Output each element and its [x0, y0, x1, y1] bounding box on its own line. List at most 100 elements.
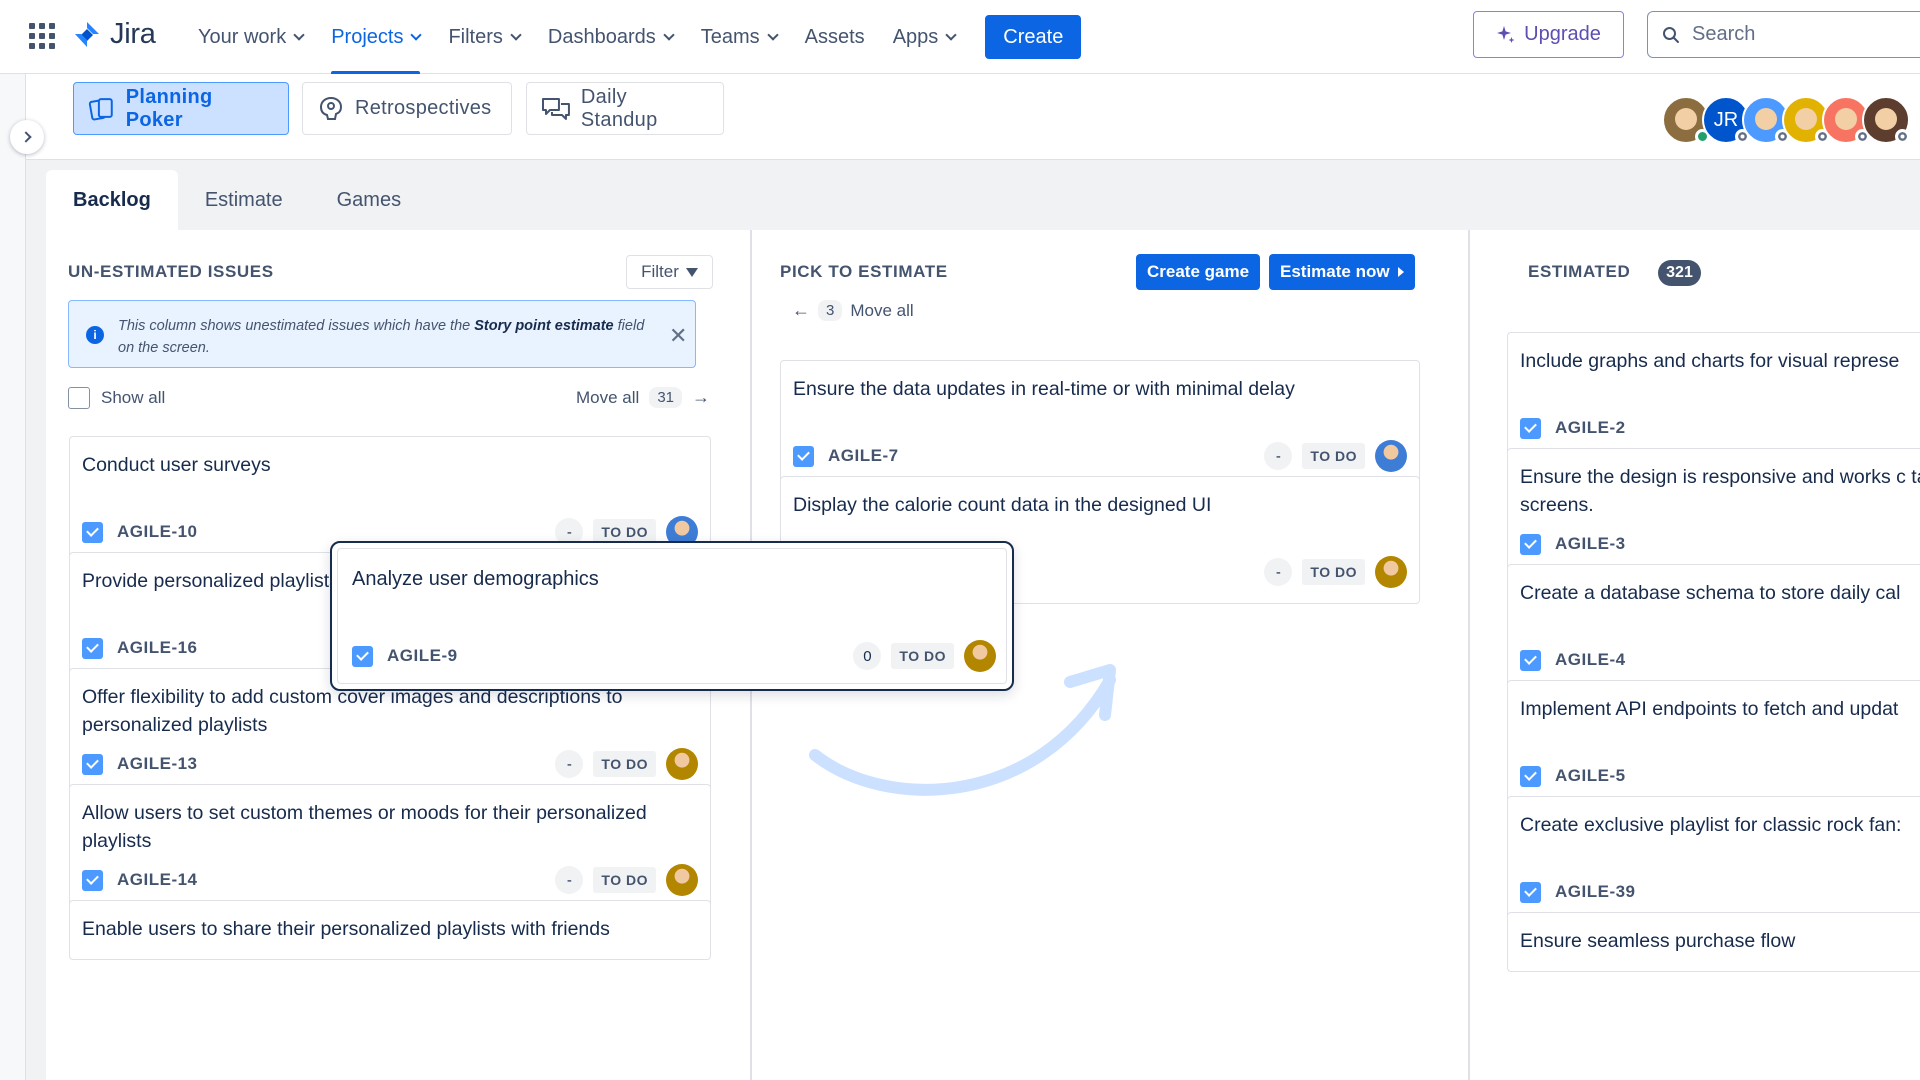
move-all-back-button[interactable]: ← 3 Move all	[792, 300, 914, 321]
issue-key[interactable]: AGILE-5	[1555, 766, 1626, 786]
tab-games[interactable]: Games	[310, 170, 428, 230]
move-all-label: Move all	[576, 387, 640, 407]
assignee-avatar[interactable]	[666, 748, 698, 780]
app-switcher-icon[interactable]	[28, 22, 55, 49]
avatar-face-icon	[1835, 108, 1857, 130]
issue-card[interactable]: Allow users to set custom themes or mood…	[69, 784, 711, 912]
issue-key[interactable]: AGILE-14	[117, 870, 198, 890]
funnel-icon	[685, 267, 698, 277]
chevron-down-icon	[945, 28, 957, 41]
column-title: UN-ESTIMATED ISSUES	[68, 262, 274, 281]
dragging-card[interactable]: Analyze user demographics AGILE-9 0 TO D…	[330, 541, 1014, 691]
nav-label: Dashboards	[547, 25, 656, 48]
nav-dashboards[interactable]: Dashboards	[547, 0, 675, 74]
tab-backlog[interactable]: Backlog	[46, 170, 178, 230]
issue-card[interactable]: Enable users to share their personalized…	[69, 900, 711, 960]
nav-projects[interactable]: Projects	[331, 0, 423, 74]
avatar-face-icon	[1875, 108, 1897, 130]
estimate-now-button[interactable]: Estimate now	[1269, 254, 1415, 290]
nav-label: Your work	[198, 25, 287, 48]
nav-your-work[interactable]: Your work	[198, 0, 305, 74]
move-all-label: Move all	[850, 300, 914, 320]
issue-key[interactable]: AGILE-16	[117, 638, 198, 658]
estimate-badge[interactable]: -	[555, 866, 584, 894]
issue-key[interactable]: AGILE-3	[1555, 534, 1626, 554]
chevron-right-icon	[19, 131, 32, 143]
issue-card[interactable]: Ensure seamless purchase flow	[1507, 912, 1920, 972]
status-lozenge[interactable]: TO DO	[1302, 559, 1365, 585]
issue-key[interactable]: AGILE-9	[387, 646, 458, 666]
upgrade-label: Upgrade	[1524, 23, 1601, 45]
issue-card[interactable]: Create a database schema to store daily …	[1507, 564, 1920, 692]
nav-filters[interactable]: Filters	[448, 0, 522, 74]
card-footer: AGILE-9 0 TO DO	[352, 639, 996, 673]
assignee-avatar[interactable]	[1375, 556, 1407, 588]
nav-teams[interactable]: Teams	[701, 0, 779, 74]
assignee-avatar[interactable]	[964, 640, 996, 672]
issue-card[interactable]: Ensure the design is responsive and work…	[1507, 448, 1920, 576]
chevron-down-icon	[766, 28, 779, 41]
create-game-button[interactable]: Create game	[1136, 254, 1261, 290]
status-lozenge[interactable]: TO DO	[891, 643, 954, 669]
card-title: Ensure the design is responsive and work…	[1520, 466, 1920, 516]
estimate-badge[interactable]: -	[555, 750, 584, 778]
expand-sidebar-button[interactable]	[10, 120, 44, 154]
issue-card[interactable]: Include graphs and charts for visual rep…	[1507, 332, 1920, 460]
issue-key[interactable]: AGILE-4	[1555, 650, 1626, 670]
assignee-avatar[interactable]	[1375, 440, 1407, 472]
head-bubble-icon	[319, 96, 343, 120]
avatar-initials: JR	[1713, 108, 1739, 131]
create-button[interactable]: Create	[985, 15, 1082, 59]
jira-logo-icon	[75, 21, 99, 47]
issue-key[interactable]: AGILE-13	[117, 754, 198, 774]
estimate-badge[interactable]: -	[1264, 558, 1293, 586]
jira-logo[interactable]: Jira	[72, 18, 156, 51]
cards-icon	[88, 97, 113, 120]
issue-key[interactable]: AGILE-2	[1555, 418, 1626, 438]
card-footer	[82, 911, 698, 945]
tab-estimate[interactable]: Estimate	[178, 170, 310, 230]
issue-card[interactable]: Create exclusive playlist for classic ro…	[1507, 796, 1920, 924]
issue-card[interactable]: Ensure the data updates in real-time or …	[780, 360, 1420, 488]
card-title: Analyze user demographics	[352, 568, 599, 590]
card-title: Create exclusive playlist for classic ro…	[1520, 814, 1902, 836]
nav-label: Apps	[892, 25, 939, 48]
card-meta: -TO DO	[555, 864, 698, 896]
issue-card[interactable]: Implement API endpoints to fetch and upd…	[1507, 680, 1920, 808]
story-checkbox-icon	[1520, 881, 1541, 903]
avatar-face-icon	[1795, 108, 1817, 130]
issue-key[interactable]: AGILE-39	[1555, 882, 1636, 902]
assignee-avatar[interactable]	[666, 864, 698, 896]
story-checkbox-icon	[352, 645, 373, 667]
status-lozenge[interactable]: TO DO	[1302, 443, 1365, 469]
move-all-button[interactable]: Move all 31	[576, 387, 710, 408]
story-checkbox-icon	[1520, 765, 1541, 787]
nav-apps[interactable]: Apps	[892, 0, 957, 74]
participant-avatar[interactable]	[1862, 96, 1910, 144]
upgrade-button[interactable]: Upgrade	[1473, 11, 1624, 58]
nav-assets[interactable]: Assets	[805, 0, 865, 74]
search-field[interactable]	[1647, 11, 1920, 58]
show-all-checkbox[interactable]: Show all	[68, 387, 165, 409]
status-lozenge[interactable]: TO DO	[593, 751, 656, 777]
nav-label: Projects	[331, 25, 404, 48]
show-all-label: Show all	[101, 388, 166, 407]
estimate-badge[interactable]: 0	[853, 642, 882, 670]
card-footer: AGILE-4	[1520, 643, 1920, 677]
estimate-badge[interactable]: -	[1264, 442, 1293, 470]
daily-standup-label: Daily Standup	[580, 85, 658, 131]
filter-label: Filter	[641, 262, 679, 281]
checkbox-icon[interactable]	[68, 387, 90, 409]
card-footer: AGILE-7 - TO DO	[793, 439, 1407, 473]
planning-poker-button[interactable]: Planning Poker	[73, 82, 289, 135]
issue-key[interactable]: AGILE-10	[117, 522, 198, 542]
filter-button[interactable]: Filter	[626, 255, 713, 289]
retrospectives-button[interactable]: Retrospectives	[302, 82, 512, 135]
issue-key[interactable]: AGILE-7	[828, 446, 899, 466]
status-lozenge[interactable]: TO DO	[593, 867, 656, 893]
story-checkbox-icon	[1520, 417, 1541, 439]
close-icon[interactable]: ✕	[669, 323, 687, 349]
search-input[interactable]	[1692, 23, 1892, 46]
daily-standup-button[interactable]: Daily Standup	[526, 82, 724, 135]
card-meta: -TO DO	[555, 748, 698, 780]
